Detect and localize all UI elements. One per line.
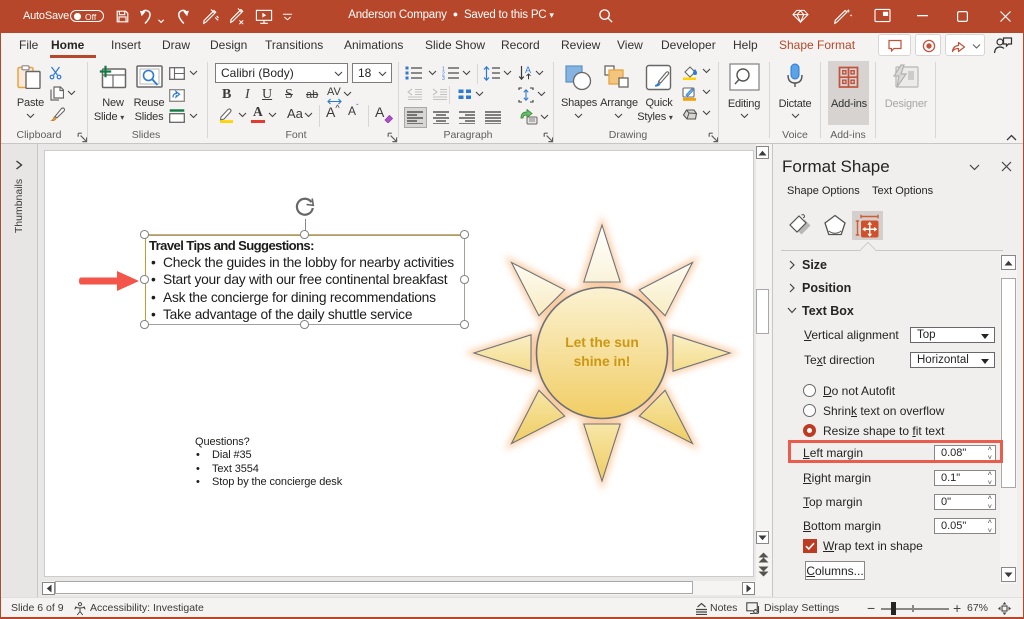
svg-text:shine in!: shine in! [574,354,631,369]
svg-text:3: 3 [442,76,445,80]
svg-text:Let the sun: Let the sun [565,335,639,350]
svg-text:A: A [525,65,531,75]
